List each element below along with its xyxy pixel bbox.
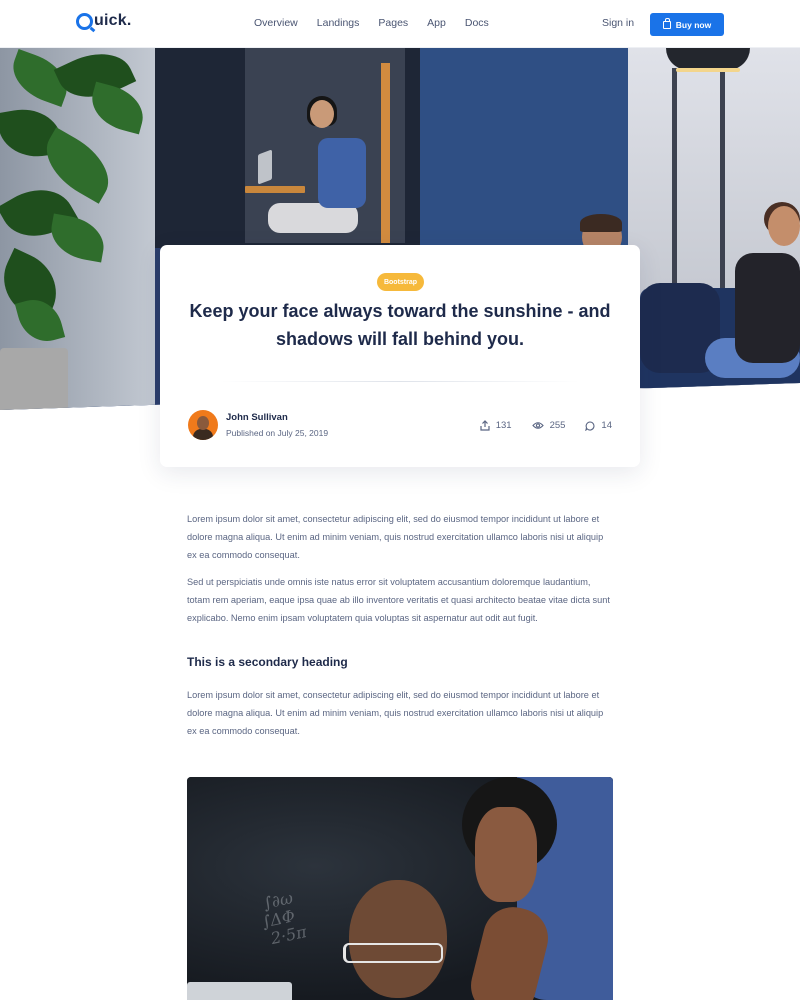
navbar: uick. Overview Landings Pages App Docs S… bbox=[0, 0, 800, 48]
paragraph: Lorem ipsum dolor sit amet, consectetur … bbox=[187, 690, 604, 736]
post-stats: 131 255 14 bbox=[460, 420, 612, 431]
logo-text: uick. bbox=[94, 12, 132, 29]
buy-now-button[interactable]: Buy now bbox=[650, 13, 724, 36]
nav-docs[interactable]: Docs bbox=[465, 17, 489, 29]
logo-mark bbox=[76, 12, 93, 30]
paragraph: Sed ut perspiciatis unde omnis iste natu… bbox=[187, 577, 610, 623]
nav-overview[interactable]: Overview bbox=[254, 17, 298, 29]
nav-landings[interactable]: Landings bbox=[317, 17, 360, 29]
eye-icon bbox=[531, 422, 544, 429]
post-header-card: Bootstrap Keep your face always toward t… bbox=[160, 245, 640, 467]
comment-icon bbox=[585, 420, 595, 431]
logo[interactable]: uick. bbox=[76, 12, 131, 30]
category-badge[interactable]: Bootstrap bbox=[377, 273, 424, 291]
article-body: Lorem ipsum dolor sit amet, consectetur … bbox=[187, 510, 615, 749]
author-avatar[interactable] bbox=[188, 410, 218, 440]
share-count-value: 131 bbox=[495, 420, 512, 431]
buy-now-label: Buy now bbox=[675, 19, 712, 30]
share-count[interactable]: 131 bbox=[480, 420, 512, 431]
nav-app[interactable]: App bbox=[427, 17, 446, 29]
divider bbox=[220, 381, 580, 382]
comment-count[interactable]: 14 bbox=[585, 420, 612, 431]
view-count[interactable]: 255 bbox=[531, 420, 566, 431]
secondary-heading: This is a secondary heading bbox=[187, 655, 348, 669]
sign-in-link[interactable]: Sign in bbox=[602, 17, 634, 29]
paragraph: Lorem ipsum dolor sit amet, consectetur … bbox=[187, 514, 604, 560]
article-photo: ∫∂ω ∫ΔΦ 2·5π bbox=[187, 777, 613, 1000]
author-name[interactable]: John Sullivan bbox=[226, 412, 288, 423]
view-count-value: 255 bbox=[549, 420, 566, 431]
main-nav: Overview Landings Pages App Docs bbox=[254, 17, 508, 29]
comment-count-value: 14 bbox=[601, 420, 612, 431]
post-title: Keep your face always toward the sunshin… bbox=[189, 301, 611, 349]
shopping-bag-icon bbox=[662, 17, 671, 29]
publish-date: Published on July 25, 2019 bbox=[226, 428, 329, 438]
share-icon bbox=[480, 420, 490, 431]
nav-pages[interactable]: Pages bbox=[378, 17, 408, 29]
